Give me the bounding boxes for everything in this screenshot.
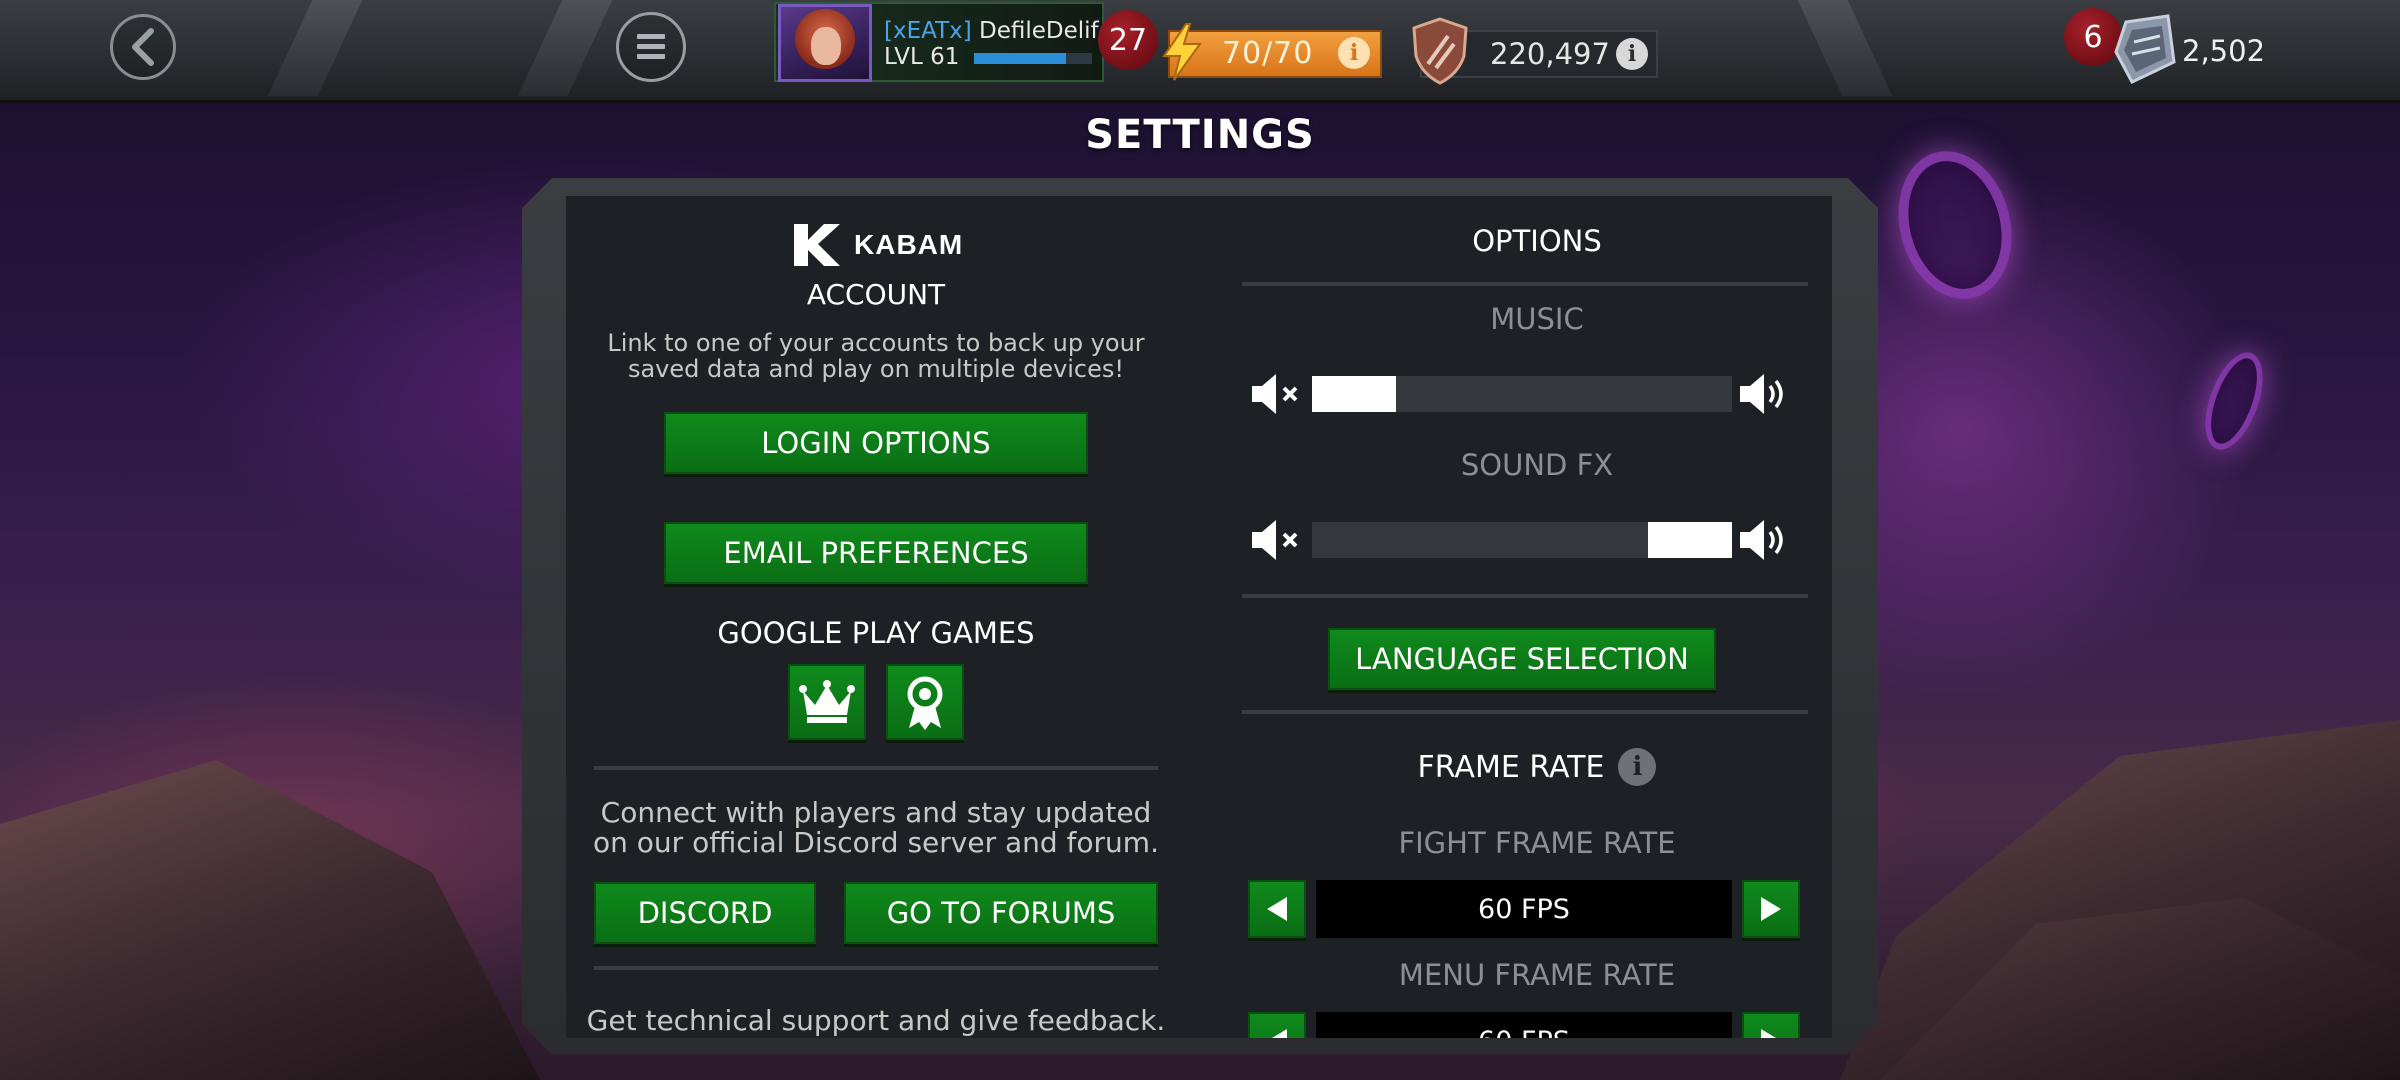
summoner-name: DefileDelifeD bbox=[979, 18, 1114, 44]
energy-value: 70/70 bbox=[1222, 36, 1314, 71]
units-crystal-icon[interactable] bbox=[2110, 12, 2180, 86]
section-divider bbox=[594, 766, 1158, 770]
kabam-brand-text: KABAM bbox=[854, 229, 964, 260]
hamburger-menu-icon bbox=[637, 34, 665, 59]
xp-progress-bar bbox=[974, 53, 1092, 64]
sound-fx-slider-handle[interactable] bbox=[1648, 522, 1732, 558]
login-options-button[interactable]: LOGIN OPTIONS bbox=[664, 412, 1088, 474]
settings-panel: KABAM ACCOUNT Link to one of your accoun… bbox=[566, 196, 1832, 1038]
frame-rate-label: FRAME RATE bbox=[1417, 749, 1605, 785]
frame-rate-title: FRAME RATE i bbox=[1242, 748, 1832, 786]
level-badge: 27 bbox=[1098, 10, 1158, 70]
account-title: ACCOUNT bbox=[806, 278, 946, 311]
shield-icon bbox=[1412, 17, 1468, 85]
options-title: OPTIONS bbox=[1472, 224, 1602, 258]
gpg-leaderboards-button[interactable] bbox=[788, 664, 866, 740]
arrow-left-icon bbox=[1267, 897, 1287, 921]
menu-fps-value: 60 FPS bbox=[1316, 1012, 1732, 1038]
arrow-right-icon bbox=[1761, 897, 1781, 921]
menu-button[interactable] bbox=[616, 12, 686, 82]
gold-info-icon[interactable]: i bbox=[1616, 38, 1648, 70]
sound-fx-label: SOUND FX bbox=[1460, 448, 1614, 482]
music-label: MUSIC bbox=[1490, 302, 1584, 336]
player-level: LVL 61 bbox=[884, 44, 960, 70]
fight-fps-value: 60 FPS bbox=[1316, 880, 1732, 938]
section-divider bbox=[1242, 710, 1808, 714]
discord-button[interactable]: DISCORD bbox=[594, 882, 816, 944]
energy-info-icon[interactable]: i bbox=[1338, 37, 1370, 69]
fight-fps-next-button[interactable] bbox=[1742, 880, 1800, 938]
frame-rate-info-icon[interactable]: i bbox=[1618, 748, 1657, 786]
community-description: Connect with players and stay updated on… bbox=[593, 796, 1159, 859]
player-name: [xEATx] DefileDelifeD bbox=[884, 18, 1114, 44]
section-divider bbox=[1242, 594, 1808, 598]
kabam-logo: KABAM bbox=[790, 222, 963, 268]
mute-icon[interactable] bbox=[1250, 518, 1304, 562]
email-preferences-button[interactable]: EMAIL PREFERENCES bbox=[664, 522, 1088, 584]
kabam-k-icon bbox=[794, 224, 840, 266]
go-to-forums-button[interactable]: GO TO FORUMS bbox=[844, 882, 1158, 944]
volume-max-icon[interactable] bbox=[1738, 372, 1792, 416]
support-description: Get technical support and give feedback. bbox=[586, 1004, 1166, 1037]
gold-value: 220,497 bbox=[1490, 37, 1610, 71]
section-divider bbox=[594, 966, 1158, 970]
xp-progress-fill bbox=[974, 53, 1067, 64]
google-play-games-title: GOOGLE PLAY GAMES bbox=[717, 616, 1035, 650]
achievement-ribbon-icon bbox=[907, 676, 943, 730]
page-title: SETTINGS bbox=[1085, 112, 1315, 158]
back-button[interactable] bbox=[110, 14, 176, 80]
units-value: 2,502 bbox=[2182, 34, 2266, 68]
player-avatar[interactable] bbox=[778, 4, 872, 82]
account-description: Link to one of your accounts to back up … bbox=[607, 329, 1145, 383]
lightning-icon bbox=[1162, 23, 1202, 81]
gpg-achievements-button[interactable] bbox=[886, 664, 964, 740]
mute-icon[interactable] bbox=[1250, 372, 1304, 416]
sound-fx-volume-slider[interactable] bbox=[1312, 522, 1732, 558]
music-volume-slider[interactable] bbox=[1312, 376, 1732, 412]
fight-frame-rate-label: FIGHT FRAME RATE bbox=[1398, 826, 1676, 860]
volume-max-icon[interactable] bbox=[1738, 518, 1792, 562]
chevron-left-icon bbox=[132, 28, 154, 66]
avatar-face bbox=[811, 27, 841, 65]
section-divider bbox=[1242, 282, 1808, 286]
menu-frame-rate-label: MENU FRAME RATE bbox=[1398, 958, 1676, 992]
arrow-left-icon bbox=[1272, 1029, 1287, 1038]
menu-fps-next-button[interactable] bbox=[1742, 1012, 1800, 1038]
arrow-right-icon bbox=[1761, 1029, 1776, 1038]
alliance-tag: [xEATx] bbox=[884, 18, 972, 44]
account-column: KABAM ACCOUNT Link to one of your accoun… bbox=[566, 196, 1186, 1038]
fight-fps-prev-button[interactable] bbox=[1248, 880, 1306, 938]
crown-icon bbox=[799, 680, 855, 723]
music-slider-handle[interactable] bbox=[1312, 376, 1396, 412]
language-selection-button[interactable]: LANGUAGE SELECTION bbox=[1328, 628, 1716, 690]
menu-fps-prev-button[interactable] bbox=[1248, 1012, 1306, 1038]
options-column: OPTIONS MUSIC SOUND FX LANGUAGE SELECTIO… bbox=[1242, 196, 1832, 1038]
